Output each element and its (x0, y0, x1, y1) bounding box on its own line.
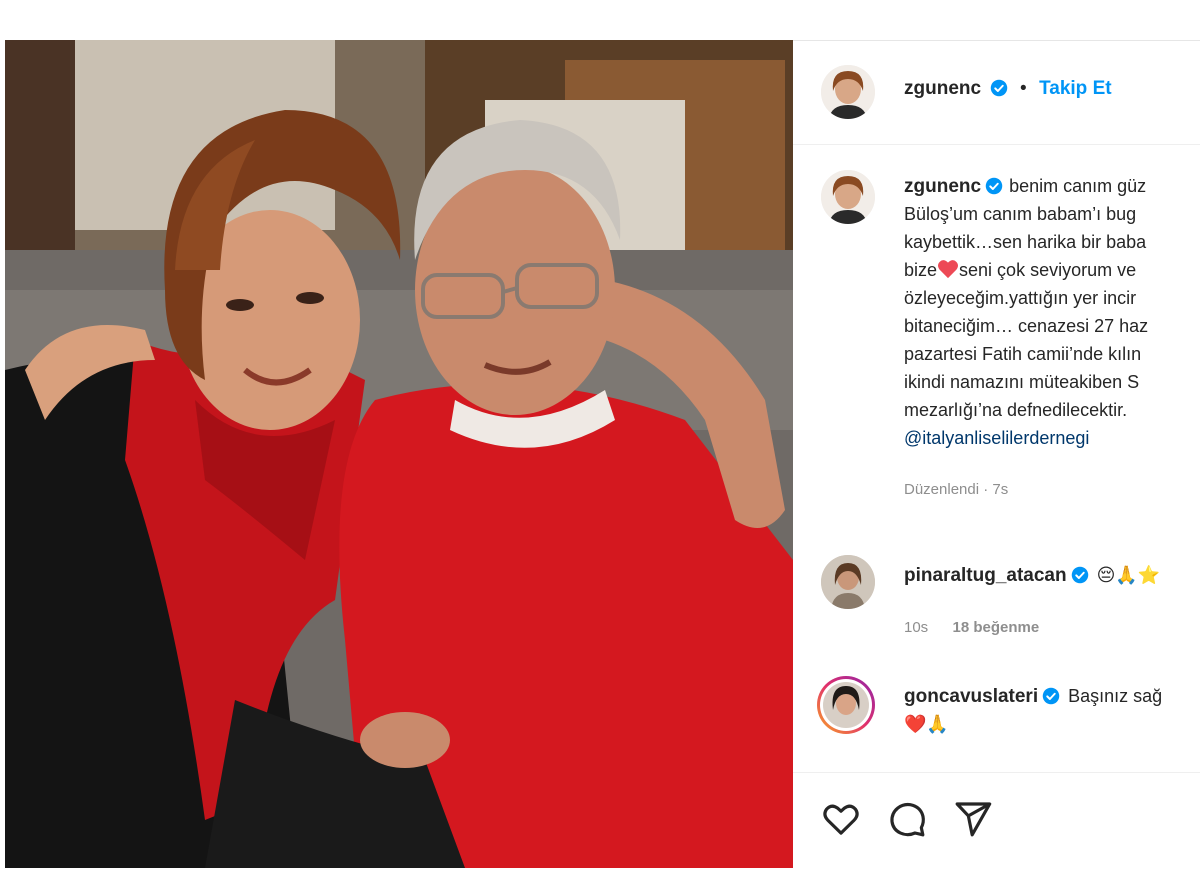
caption-line: özleyeceğim.yattığın yer incir (904, 288, 1137, 308)
post-caption: zgunenc benim canım güz Büloş’um canım ba… (904, 172, 1200, 504)
post-photo[interactable] (5, 40, 793, 868)
post-side-panel: zgunenc • Takip Et zgunenc benim canım gü… (793, 40, 1200, 890)
instagram-post-view: zgunenc • Takip Et zgunenc benim canım gü… (0, 0, 1200, 890)
caption-line: Büloş’um canım babam’ı bug (904, 204, 1137, 224)
post-photo-illustration (5, 40, 793, 868)
caption-line: mezarlığı’na defnedilecektir. (904, 400, 1128, 420)
caption-mention-link[interactable]: @italyanliselilerdernegi (904, 424, 1200, 452)
commenter-avatar[interactable] (817, 676, 875, 734)
caption-line: seni çok seviyorum ve (959, 260, 1137, 280)
author-username[interactable]: zgunenc (904, 78, 981, 99)
caption-edited-time: Düzenlendi · 7s (904, 481, 1009, 498)
caption-line: bize (904, 260, 938, 280)
verified-badge-icon (1071, 566, 1088, 584)
commenter-username[interactable]: pinaraltug_atacan (904, 565, 1067, 586)
caption-line: kaybettik…sen harika bir baba (904, 232, 1147, 252)
verified-badge-icon (985, 177, 1003, 195)
caption-author-avatar[interactable] (821, 170, 875, 224)
share-icon[interactable] (953, 799, 993, 839)
comment-time: 10s (904, 619, 929, 636)
caption-line: pazartesi Fatih camii’nde kılın (904, 344, 1142, 364)
verified-badge-icon (990, 79, 1007, 97)
comment-likes[interactable]: 18 beğenme (953, 619, 1040, 636)
caption-line: bitaneciğim… cenazesi 27 haz (904, 316, 1149, 336)
header-divider (793, 144, 1200, 145)
like-icon[interactable] (821, 799, 861, 839)
caption-line: benim canım güz (1009, 176, 1147, 196)
comment-text-emoji: ❤️🙏 (904, 714, 949, 734)
header-separator: • (1019, 78, 1027, 99)
follow-button[interactable]: Takip Et (1039, 78, 1112, 99)
post-header: zgunenc • Takip Et (793, 41, 1200, 144)
verified-badge-icon (1042, 687, 1060, 705)
heart-emoji-icon (938, 260, 959, 279)
comment-text: 😔🙏⭐ (1096, 565, 1161, 585)
caption-line: ikindi namazını müteakiben S (904, 372, 1140, 392)
author-avatar[interactable] (821, 65, 875, 119)
actions-divider (793, 772, 1200, 773)
comment-icon[interactable] (887, 799, 927, 839)
comment-text: Başınız sağ (1068, 686, 1163, 706)
commenter-username[interactable]: goncavuslateri (904, 686, 1038, 707)
commenter-avatar[interactable] (821, 555, 875, 609)
caption-username[interactable]: zgunenc (904, 176, 981, 197)
